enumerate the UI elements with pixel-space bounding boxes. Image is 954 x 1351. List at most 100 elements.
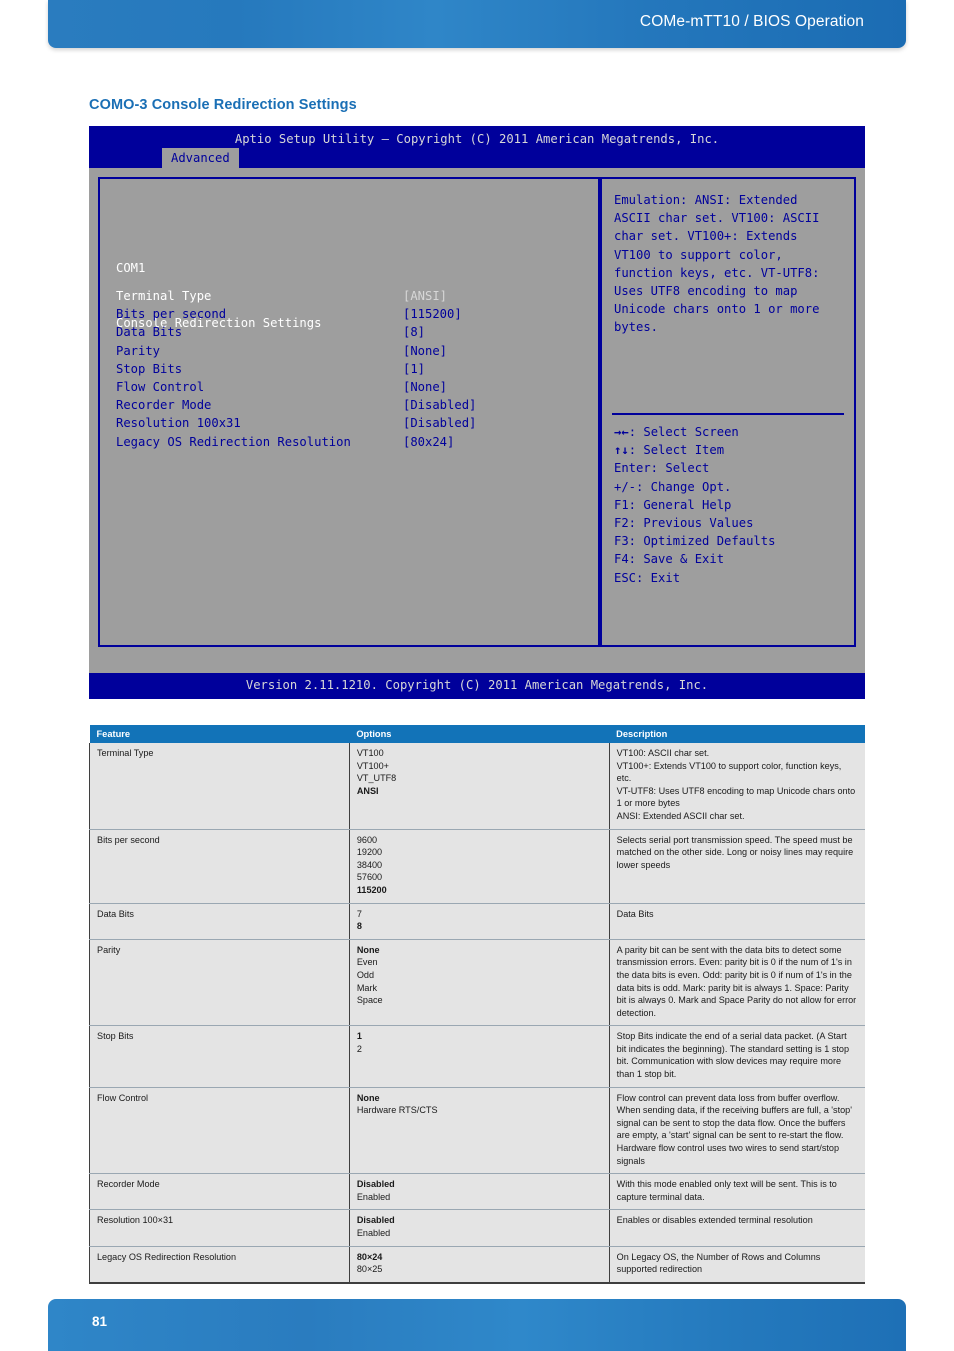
table-row: Legacy OS Redirection Resolution 80×24 80×… — [89, 1246, 865, 1284]
bios-key-legend-line: F2: Previous Values — [614, 514, 844, 532]
option-value: 38400 — [356, 859, 383, 870]
table-cell-description: Stop Bits indicate the end of a serial d… — [609, 1025, 865, 1088]
bios-key-legend-line: →←: Select Screen — [614, 423, 844, 441]
bios-setting-row[interactable]: Resolution 100x31 [Disabled] — [116, 414, 586, 432]
bios-setting-row[interactable]: Terminal Type [ANSI] — [116, 287, 586, 305]
table-row: Flow Control None Hardware RTS/CTS Flow con… — [89, 1087, 865, 1175]
bios-tab-advanced[interactable]: Advanced — [162, 148, 239, 170]
bios-help-line: function keys, etc. VT-UTF8: — [614, 265, 820, 280]
column-header-options: Options — [349, 725, 610, 743]
table-cell-options: None Hardware RTS/CTS — [349, 1087, 610, 1175]
bios-setting-value[interactable]: [80x24] — [403, 435, 454, 449]
bios-setting-row[interactable]: Data Bits [8] — [116, 323, 586, 341]
options-table: Feature Options Description Terminal Typ… — [89, 725, 865, 1284]
option-value: Disabled — [356, 1215, 395, 1226]
bios-setting-label: Resolution 100x31 — [116, 416, 241, 431]
bios-setting-value[interactable]: [ANSI] — [403, 289, 447, 303]
bios-help-line: bytes. — [614, 320, 659, 335]
bios-setting-label: Flow Control — [116, 379, 205, 394]
bios-key-legend-line: ↑↓: Select Item — [614, 441, 844, 459]
table-cell-feature: Flow Control — [89, 1087, 350, 1175]
bios-setting-value[interactable]: [115200] — [403, 307, 462, 321]
table-cell-options: Disabled Enabled — [349, 1209, 610, 1247]
table-cell-options: 12 — [349, 1025, 610, 1088]
column-header-feature: Feature — [89, 725, 350, 743]
page-header-title: COMe-mTT10 / BIOS Operation — [639, 13, 864, 30]
table-header-row: Feature Options Description — [89, 725, 865, 743]
table-cell-options: 80×24 80×25 — [349, 1246, 610, 1284]
option-value: 80×25 — [356, 1264, 383, 1275]
bios-setting-row[interactable]: Stop Bits [1] — [116, 360, 586, 378]
table-cell-feature: Data Bits — [89, 903, 350, 940]
option-value: Disabled — [356, 1179, 395, 1190]
bios-body: COM1 Console Redirection Settings Termin… — [89, 168, 865, 657]
page-footer-bar: 81 — [48, 1299, 906, 1351]
bios-key-legend-line: F4: Save & Exit — [614, 550, 844, 568]
option-value: Enabled — [356, 1191, 391, 1202]
bios-setting-value[interactable]: [8] — [403, 325, 425, 339]
option-value: Enabled — [356, 1228, 391, 1238]
bios-help-line: Emulation: ANSI: Extended — [614, 193, 798, 207]
bios-key-legend-line: F1: General Help — [614, 496, 844, 514]
option-value: VT100+ — [356, 760, 389, 771]
table-cell-description: Flow control can prevent data loss from … — [609, 1087, 865, 1175]
table-cell-description: With this mode enabled only text will be… — [609, 1173, 865, 1211]
bios-screenshot: Aptio Setup Utility – Copyright (C) 2011… — [89, 126, 865, 699]
option-value: Even — [356, 957, 378, 968]
table-row: Recorder Mode Disabled Enabled With this mo… — [89, 1173, 865, 1211]
option-value: Hardware RTS/CTS — [356, 1105, 438, 1116]
arrow-keys-icon: →← — [614, 425, 629, 439]
option-value: None — [356, 944, 380, 955]
bios-setting-row[interactable]: Parity [None] — [116, 342, 586, 360]
table-cell-feature: Resolution 100×31 — [89, 1209, 350, 1247]
table-row: Parity None Even Odd Mark Space A parity bit c… — [89, 939, 865, 1027]
bios-key-legend-line: +/-: Change Opt. — [614, 478, 844, 496]
bios-setting-row[interactable]: Flow Control [None] — [116, 378, 586, 396]
bios-setting-label: Data Bits — [116, 325, 183, 340]
option-value: Odd — [356, 969, 375, 980]
page-number: 81 — [92, 1314, 108, 1329]
bios-setting-value[interactable]: [None] — [403, 344, 447, 358]
bios-help-line: ASCII char set. VT100: ASCII — [614, 211, 820, 226]
column-header-description: Description — [609, 725, 865, 743]
option-value: None — [356, 1092, 380, 1103]
table-cell-description: Selects serial port transmission speed. … — [609, 829, 865, 904]
bios-setting-row[interactable]: Legacy OS Redirection Resolution [80x24] — [116, 433, 586, 451]
bios-key-legend-text: F3: Optimized Defaults — [614, 534, 776, 549]
bios-key-legend-text: : Select Screen — [628, 425, 739, 439]
table-cell-feature: Terminal Type — [89, 743, 350, 830]
bios-setting-label: Parity — [116, 343, 161, 358]
bios-help-pane: Emulation: ANSI: Extended ASCII char set.… — [600, 177, 856, 647]
bios-setting-row[interactable]: Recorder Mode [Disabled] — [116, 396, 586, 414]
option-value: Mark — [356, 982, 378, 993]
table-row: Bits per second 9600 19200 38400 57600 115200… — [89, 829, 865, 904]
table-row: Stop Bits 1 2 Stop Bits indicate the end of… — [89, 1025, 865, 1088]
bios-key-legend-line: Enter: Select — [614, 459, 844, 477]
table-cell-description: Data Bits — [609, 903, 865, 940]
arrow-keys-icon: ↑↓ — [614, 443, 629, 458]
bios-help-text: Emulation: ANSI: Extended ASCII char set.… — [614, 191, 842, 337]
table-cell-options: 9600 19200 38400 57600 115200 — [349, 829, 610, 904]
table-cell-description: A parity bit can be sent with the data b… — [609, 939, 865, 1027]
table-cell-description: VT100: ASCII char set. VT100+: Extends V… — [609, 743, 865, 830]
bios-setting-label: Recorder Mode — [116, 398, 212, 413]
table-cell-feature: Bits per second — [89, 829, 350, 904]
option-value: VT100 — [356, 748, 384, 758]
page-title: COMO-3 Console Redirection Settings — [89, 97, 357, 113]
bios-heading-com-port: COM1 — [116, 261, 146, 276]
bios-setting-value[interactable]: [1] — [403, 362, 425, 376]
bios-setting-row[interactable]: Bits per second [115200] — [116, 305, 586, 323]
option-value: Space — [356, 995, 383, 1006]
bios-key-legend-text: F2: Previous Values — [614, 516, 754, 531]
option-value: 8 — [356, 921, 362, 932]
bios-titlebar: Aptio Setup Utility – Copyright (C) 2011… — [89, 126, 865, 170]
bios-setting-value[interactable]: [Disabled] — [403, 398, 476, 412]
bios-help-line: char set. VT100+: Extends — [614, 229, 798, 244]
table-row: Resolution 100×31 Disabled Enabled Enables … — [89, 1209, 865, 1247]
option-value: 80×24 — [356, 1251, 383, 1262]
bios-key-legend-text: ESC: Exit — [614, 570, 681, 585]
table-cell-options: VT100 VT100+ VT_UTF8 ANSI — [349, 743, 610, 830]
bios-setting-label: Stop Bits — [116, 361, 183, 376]
bios-setting-value[interactable]: [Disabled] — [403, 416, 476, 430]
bios-setting-value[interactable]: [None] — [403, 380, 447, 394]
